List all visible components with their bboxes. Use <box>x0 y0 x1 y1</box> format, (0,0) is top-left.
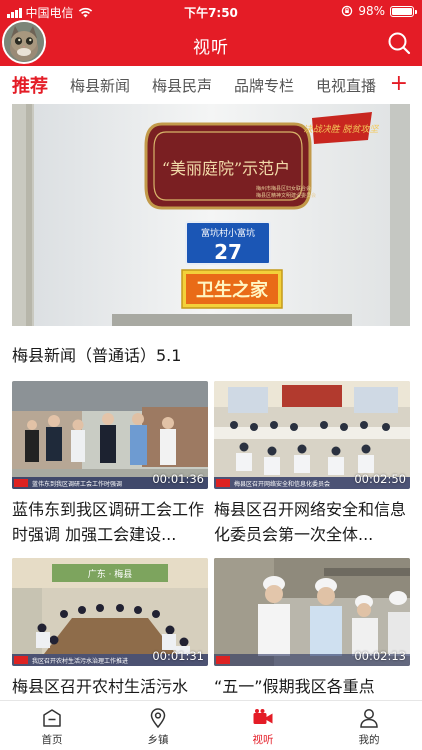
orientation-lock-icon <box>342 5 353 17</box>
nav-mine-label: 我的 <box>358 734 380 746</box>
status-bar: 中国电信 下午7:50 98% <box>0 0 422 22</box>
user-icon <box>360 709 378 728</box>
app-header: 中国电信 下午7:50 98% 视听 <box>0 0 422 66</box>
tab-meixian-voice[interactable]: 梅县民声 <box>152 75 212 96</box>
tab-brand-column[interactable]: 品牌专栏 <box>234 75 294 96</box>
video-caption: 蓝伟东到我区调研工会工作时强调 <box>32 480 122 488</box>
video-duration: 00:02:13 <box>354 649 406 663</box>
nav-home[interactable]: 首页 <box>22 707 82 747</box>
home-icon <box>43 709 61 727</box>
video-camera-icon <box>253 709 273 724</box>
hero-banner: 决战决胜 脱贫攻坚 <box>304 124 380 135</box>
page-title: 视听 <box>193 38 229 58</box>
battery-percent: 98% <box>358 4 385 18</box>
tab-tv-live[interactable]: 电视直播 <box>316 75 376 96</box>
video-thumbnail[interactable]: 广东 · 梅县 我区召开农村生活污水治理工作推进 00:01:31 <box>12 558 208 666</box>
category-tabs: 推荐 梅县新闻 梅县民声 品牌专栏 电视直播 + <box>0 66 422 104</box>
status-right: 98% <box>341 4 417 18</box>
battery-level <box>392 7 412 15</box>
nav-av-label: 视听 <box>252 734 274 746</box>
battery-icon <box>390 5 417 17</box>
video-duration: 00:01:36 <box>152 472 204 486</box>
video-duration: 00:01:31 <box>152 649 204 663</box>
search-icon[interactable] <box>386 30 412 56</box>
video-title[interactable]: 蓝伟东到我区调研工会工作时强调 加强工会建设... <box>12 497 210 547</box>
video-caption: 我区召开农村生活污水治理工作推进 <box>32 657 128 665</box>
video-thumbnail[interactable]: 梅县区召开网络安全和信息化委员会 00:02:50 <box>214 381 410 489</box>
health-sign: 卫生之家 <box>196 279 269 301</box>
plaque-title: “美丽庭院”示范户 <box>162 159 290 178</box>
video-title[interactable]: 梅县区召开网络安全和信息化委员会第一次全体... <box>214 497 412 547</box>
nav-mine[interactable]: 我的 <box>339 707 399 747</box>
nav-towns[interactable]: 乡镇 <box>128 707 188 747</box>
bottom-nav: 首页 乡镇 视听 我的 <box>0 700 422 750</box>
house-number: 27 <box>214 240 242 264</box>
video-sign: 广东 · 梅县 <box>88 568 133 580</box>
hero-title[interactable]: 梅县新闻（普通话）5.1 <box>12 342 181 366</box>
video-thumbnail[interactable]: 00:02:13 <box>214 558 410 666</box>
add-tab-button[interactable]: + <box>390 71 408 96</box>
tab-meixian-news[interactable]: 梅县新闻 <box>70 75 130 96</box>
nav-towns-label: 乡镇 <box>147 734 169 746</box>
video-caption: 梅县区召开网络安全和信息化委员会 <box>234 480 330 488</box>
plaque-sub-2: 梅县区精神文明建设委员会 <box>256 192 316 199</box>
video-duration: 00:02:50 <box>354 472 406 486</box>
tab-recommend[interactable]: 推荐 <box>12 72 48 98</box>
nav-home-label: 首页 <box>41 734 63 746</box>
house-village-label: 富坑村小富坑 <box>201 227 255 239</box>
video-thumbnail[interactable]: 蓝伟东到我区调研工会工作时强调 00:01:36 <box>12 381 208 489</box>
nav-av[interactable]: 视听 <box>233 707 293 747</box>
location-pin-icon <box>150 708 166 729</box>
hero-video-thumbnail[interactable]: “美丽庭院”示范户 梅州市梅县区妇女联合会 梅县区精神文明建设委员会 富坑村小富… <box>12 104 410 326</box>
hero-image: “美丽庭院”示范户 梅州市梅县区妇女联合会 梅县区精神文明建设委员会 富坑村小富… <box>12 104 410 326</box>
plaque-sub-1: 梅州市梅县区妇女联合会 <box>256 185 311 192</box>
